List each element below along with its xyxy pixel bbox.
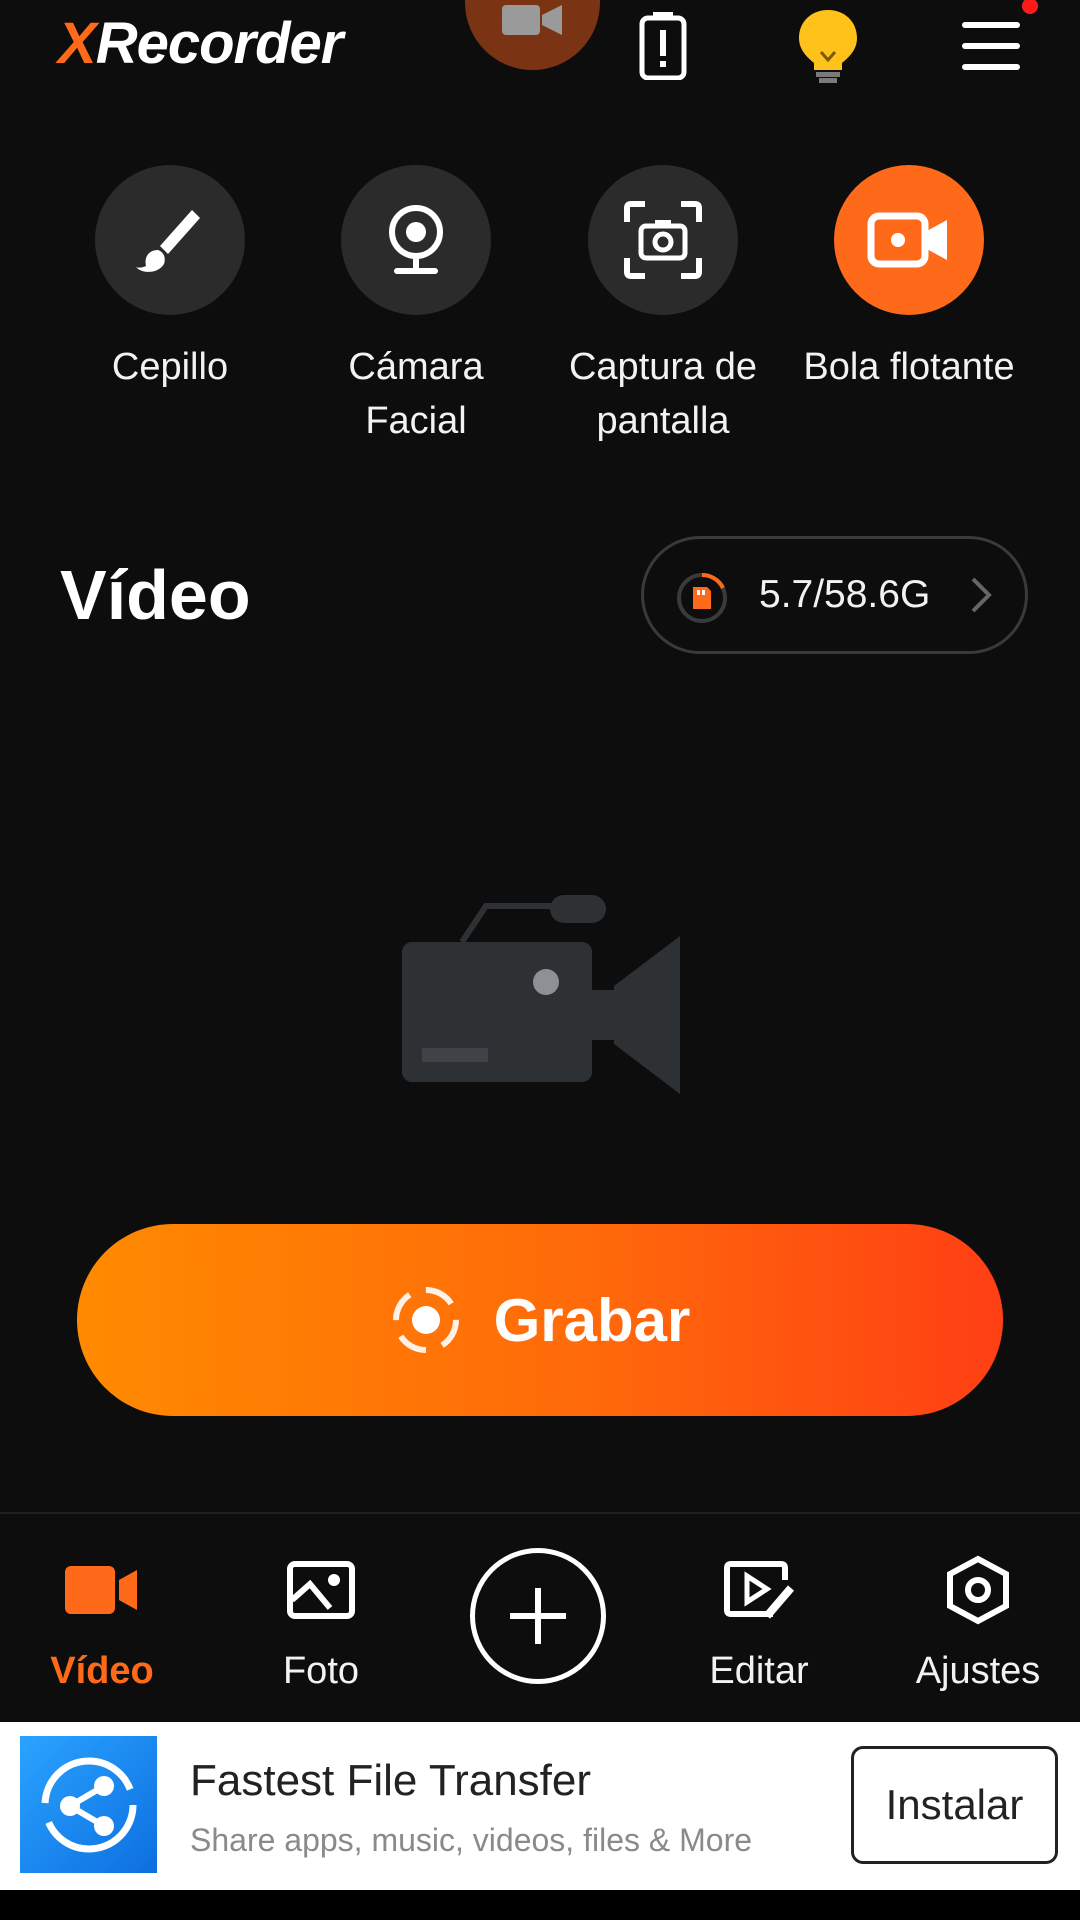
nav-item-video[interactable]: Vídeo [12, 1550, 192, 1693]
camera-icon [502, 5, 562, 35]
tool-webcam-button[interactable] [341, 165, 491, 315]
notification-dot [1022, 0, 1038, 14]
ad-install-button[interactable]: Instalar [851, 1746, 1058, 1864]
screenshot-icon [624, 201, 702, 279]
nav-label-photo: Foto [282, 1650, 360, 1692]
record-button-label: Grabar [493, 1286, 691, 1354]
video-icon [12, 1550, 192, 1630]
ad-banner[interactable]: Fastest File Transfer Share apps, music,… [0, 1722, 1080, 1890]
storage-indicator[interactable]: 5.7/58.6G [641, 536, 1028, 654]
tool-screenshot-label: Captura de pantalla [568, 346, 757, 442]
tool-screenshot-button[interactable] [588, 165, 738, 315]
tool-floating-ball-button[interactable] [834, 165, 984, 315]
battery-alert-icon[interactable] [638, 8, 688, 85]
edit-icon [669, 1550, 849, 1630]
tool-brush-label: Cepillo [111, 346, 229, 388]
app-logo: XRecorder [58, 11, 343, 76]
system-bottom-bar [0, 1890, 1080, 1920]
storage-usage-text: 5.7/58.6G [759, 573, 931, 616]
ad-title: Fastest File Transfer [190, 1756, 592, 1805]
bottom-navigation: Vídeo Foto Editar Ajustes [0, 1512, 1080, 1724]
record-button[interactable]: Grabar [77, 1224, 1003, 1416]
ad-subtitle: Share apps, music, videos, files & More [190, 1822, 753, 1858]
floating-ball-camera-icon [867, 212, 947, 268]
nav-item-edit[interactable]: Editar [669, 1550, 849, 1693]
nav-item-photo[interactable]: Foto [231, 1550, 411, 1693]
sd-card-icon [676, 572, 728, 629]
section-title: Vídeo [60, 556, 251, 634]
ad-app-icon [20, 1736, 157, 1873]
plus-icon [510, 1588, 566, 1644]
tool-brush-button[interactable] [95, 165, 245, 315]
nav-label-settings: Ajustes [915, 1650, 1041, 1692]
share-icon [41, 1757, 136, 1852]
floating-record-button[interactable] [465, 0, 600, 70]
tool-floating-ball-label: Bola flotante [803, 346, 1015, 388]
photo-icon [231, 1550, 411, 1630]
nav-label-edit: Editar [709, 1650, 809, 1692]
empty-video-camera-illustration [400, 890, 685, 1105]
brush-icon [136, 210, 200, 272]
record-icon [392, 1287, 459, 1353]
tool-webcam-label: Cámara Facial [348, 346, 484, 442]
webcam-icon [389, 205, 443, 274]
chevron-right-icon [969, 573, 993, 622]
menu-icon[interactable] [960, 8, 1024, 77]
nav-label-video: Vídeo [50, 1650, 154, 1692]
nav-add-button[interactable] [470, 1548, 606, 1684]
lightbulb-icon[interactable] [795, 8, 861, 89]
nav-item-settings[interactable]: Ajustes [888, 1550, 1068, 1693]
settings-icon [888, 1550, 1068, 1630]
